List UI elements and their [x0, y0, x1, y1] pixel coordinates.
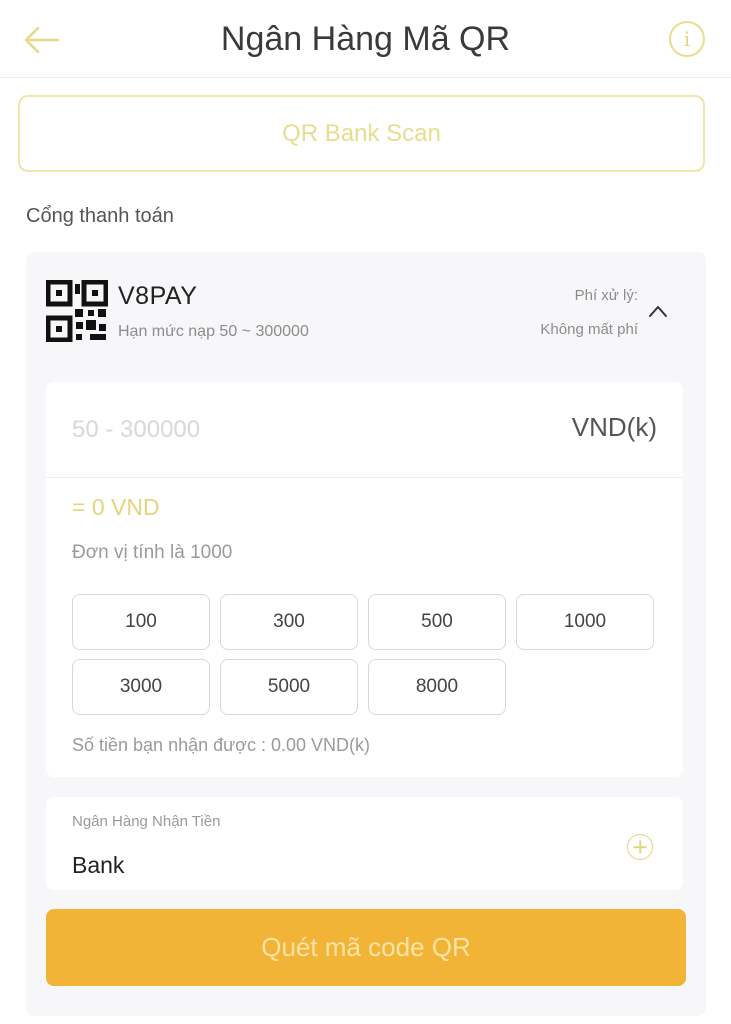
amount-panel: VND(k) = 0 VND Đơn vị tính là 1000 100 3…: [46, 382, 683, 777]
received-amount-note: Số tiền bạn nhận được : 0.00 VND(k): [72, 735, 371, 755]
quick-amount-button[interactable]: 500: [368, 594, 506, 650]
receiving-bank-value: Bank: [72, 852, 125, 878]
unit-note: Đơn vị tính là 1000: [72, 542, 233, 563]
quick-amount-button[interactable]: 100: [72, 594, 210, 650]
provider-name: V8PAY: [118, 282, 198, 310]
payment-gateway-label: Cổng thanh toán: [26, 205, 174, 227]
fee-label: Phí xử lý:: [574, 287, 638, 304]
page-title: Ngân Hàng Mã QR: [220, 20, 511, 58]
plus-circle-icon[interactable]: [627, 834, 653, 860]
scan-qr-code-button[interactable]: Quét mã code QR: [46, 909, 686, 986]
info-button[interactable]: i: [669, 21, 705, 57]
converted-amount: = 0 VND: [72, 494, 160, 520]
provider-limit: Hạn mức nạp 50 ~ 300000: [118, 323, 309, 340]
quick-amount-button[interactable]: 5000: [220, 659, 358, 715]
fee-value: Không mất phí: [540, 321, 638, 338]
qr-code-icon: [46, 280, 108, 342]
quick-amount-button[interactable]: 1000: [516, 594, 654, 650]
amount-input-row: VND(k): [46, 382, 683, 478]
payment-gateway-card: V8PAY Hạn mức nạp 50 ~ 300000 Phí xử lý:…: [26, 252, 706, 1016]
quick-amount-button[interactable]: 3000: [72, 659, 210, 715]
quick-amount-button[interactable]: 8000: [368, 659, 506, 715]
amount-input[interactable]: [72, 410, 512, 450]
receiving-bank-label: Ngân Hàng Nhận Tiền: [72, 813, 221, 830]
qr-bank-scan-button[interactable]: QR Bank Scan: [18, 95, 705, 172]
chevron-up-icon[interactable]: [648, 304, 668, 318]
receiving-bank-field[interactable]: Ngân Hàng Nhận Tiền Bank: [46, 797, 683, 890]
info-icon: i: [683, 27, 691, 51]
quick-amount-button[interactable]: 300: [220, 594, 358, 650]
top-bar: Ngân Hàng Mã QR i: [0, 0, 731, 78]
currency-unit: VND(k): [571, 412, 657, 442]
